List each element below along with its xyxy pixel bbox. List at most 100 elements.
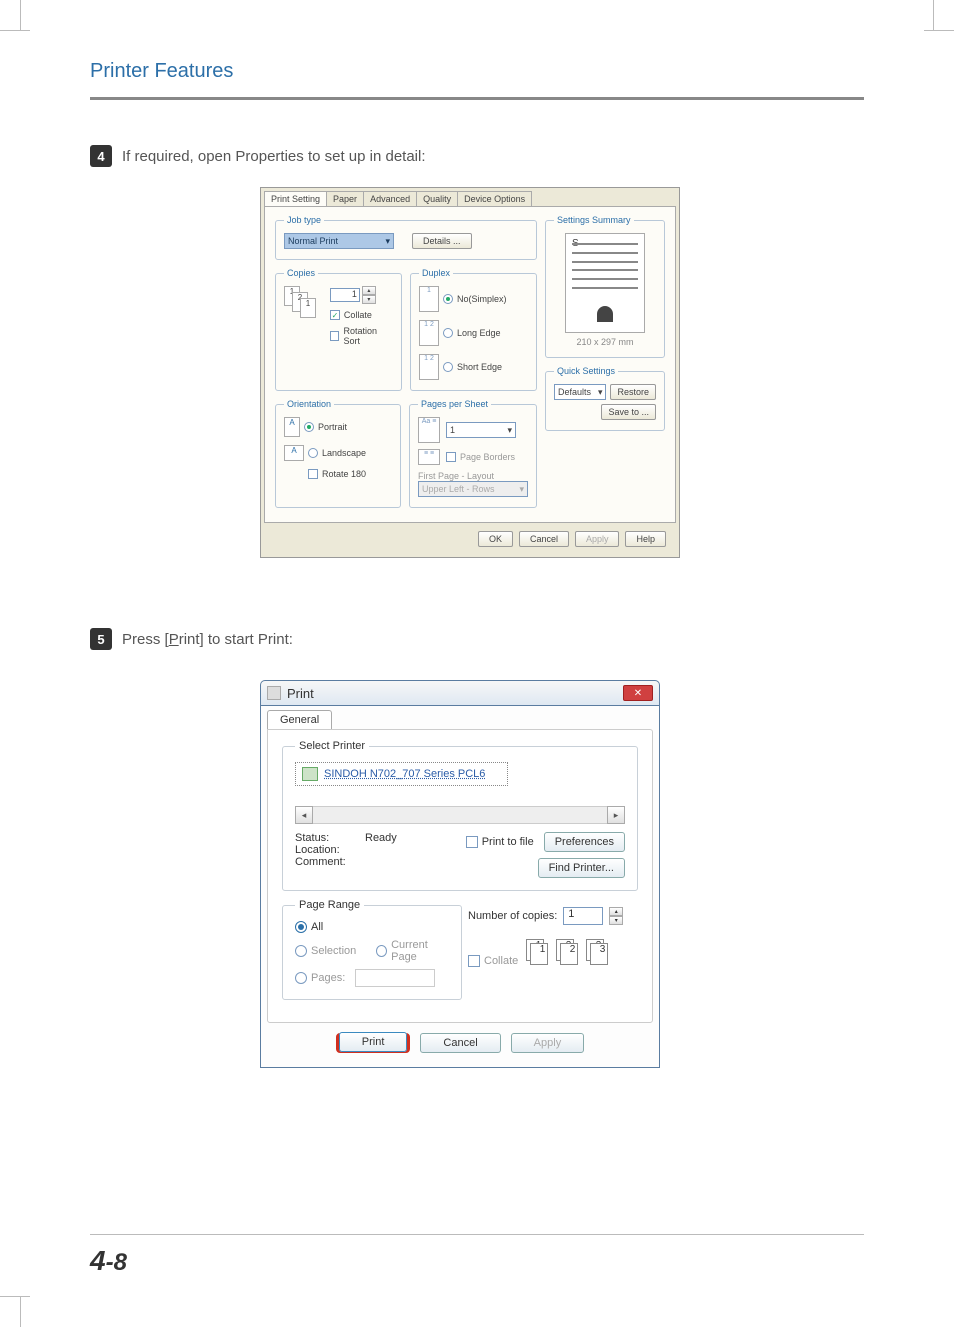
collate-label: Collate: [344, 310, 372, 320]
landscape-label: Landscape: [322, 448, 366, 458]
range-pages-radio: Pages:: [295, 969, 449, 987]
tab-device-options[interactable]: Device Options: [457, 191, 532, 206]
quick-settings-select[interactable]: Defaults▾: [554, 384, 606, 400]
collate-checkbox[interactable]: ✓Collate: [330, 310, 393, 320]
header-rule: [90, 97, 864, 100]
collate-label-print: Collate: [484, 955, 518, 967]
printer-scrollbar[interactable]: ◂ ▸: [295, 806, 625, 824]
range-pages-label: Pages:: [311, 972, 345, 984]
page-footer: 4-8: [90, 1245, 127, 1277]
print-to-file-checkbox[interactable]: Print to file: [466, 836, 534, 848]
restore-button[interactable]: Restore: [610, 384, 656, 400]
pps-select[interactable]: 1▾: [446, 422, 516, 438]
range-all-radio[interactable]: All: [295, 921, 449, 933]
orientation-legend: Orientation: [284, 399, 334, 409]
copies-input[interactable]: 1: [563, 907, 603, 925]
page-header: Printer Features: [90, 60, 864, 83]
rotation-sort-label: Rotation Sort: [343, 326, 393, 346]
find-printer-button[interactable]: Find Printer...: [538, 858, 625, 878]
tab-general[interactable]: General: [267, 710, 332, 729]
job-type-group: Job type Normal Print ▾ Details ...: [275, 215, 537, 260]
tab-paper[interactable]: Paper: [326, 191, 364, 206]
duplex-legend: Duplex: [419, 268, 453, 278]
duplex-no-label: No(Simplex): [457, 294, 507, 304]
status-value: Ready: [365, 832, 397, 844]
printer-icon: [302, 767, 318, 781]
properties-button-row: OK Cancel Apply Help: [264, 531, 676, 547]
pps-value: 1: [450, 425, 455, 435]
properties-dialog: Print Setting Paper Advanced Quality Dev…: [260, 187, 680, 558]
paper-preview: S: [565, 233, 645, 333]
details-button[interactable]: Details ...: [412, 233, 472, 249]
pages-per-sheet-group: Pages per Sheet Aa ≡ 1▾ ≡ ≡ Page Borders…: [409, 399, 537, 508]
job-type-value: Normal Print: [288, 236, 338, 246]
range-pages-input: [355, 969, 435, 987]
duplex-long-radio[interactable]: 1 2Long Edge: [419, 320, 528, 346]
tab-advanced[interactable]: Advanced: [363, 191, 417, 206]
cancel-button[interactable]: Cancel: [519, 531, 569, 547]
print-button[interactable]: Print: [339, 1032, 408, 1052]
page-range-legend: Page Range: [295, 899, 364, 911]
quick-settings-legend: Quick Settings: [554, 366, 618, 376]
duplex-no-radio[interactable]: 1No(Simplex): [419, 286, 528, 312]
first-page-layout-value: Upper Left - Rows: [422, 484, 495, 494]
range-current-radio: Current Page: [376, 939, 449, 963]
orientation-group: Orientation APortrait ALandscape Rotate …: [275, 399, 401, 508]
chevron-down-icon: ▾: [519, 484, 524, 495]
pps-icon: Aa ≡: [418, 417, 440, 443]
rotate180-checkbox[interactable]: Rotate 180: [308, 469, 392, 479]
paper-dims: 210 x 297 mm: [554, 337, 656, 347]
copies-spin-buttons[interactable]: ▴▾: [362, 286, 376, 304]
print-titlebar: Print ✕: [260, 680, 660, 705]
select-printer-legend: Select Printer: [295, 740, 369, 752]
tab-print-setting[interactable]: Print Setting: [264, 191, 327, 206]
properties-tabs: Print Setting Paper Advanced Quality Dev…: [264, 191, 676, 207]
help-button[interactable]: Help: [625, 531, 666, 547]
select-printer-group: Select Printer SINDOH N702_707 Series PC…: [282, 740, 638, 891]
first-page-layout-select: Upper Left - Rows ▾: [418, 481, 528, 497]
page-borders-checkbox[interactable]: Page Borders: [446, 452, 515, 462]
landscape-radio[interactable]: ALandscape: [284, 445, 392, 461]
page-range-group: Page Range All Selection Current Page Pa…: [282, 899, 462, 1000]
step-4-text: If required, open Properties to set up i…: [122, 148, 426, 165]
page-borders-label: Page Borders: [460, 452, 515, 462]
copies-legend: Copies: [284, 268, 318, 278]
job-type-select[interactable]: Normal Print ▾: [284, 233, 394, 249]
print-to-file-label: Print to file: [482, 836, 534, 848]
step-5-badge: 5: [90, 628, 112, 650]
copies-group: Copies 1 2 1 1 ▴▾: [275, 268, 402, 391]
collate-stack-icon: 11 22 33: [526, 939, 612, 967]
pps-legend: Pages per Sheet: [418, 399, 491, 409]
rotate180-label: Rotate 180: [322, 469, 366, 479]
scroll-left-icon[interactable]: ◂: [295, 806, 313, 824]
duplex-group: Duplex 1No(Simplex) 1 2Long Edge 1 2Shor…: [410, 268, 537, 391]
ok-button[interactable]: OK: [478, 531, 513, 547]
tab-quality[interactable]: Quality: [416, 191, 458, 206]
copies-spinner[interactable]: 1: [330, 288, 360, 302]
range-selection-radio: Selection: [295, 939, 356, 963]
apply-button: Apply: [575, 531, 620, 547]
range-all-label: All: [311, 921, 323, 933]
copies-label: Number of copies:: [468, 910, 557, 922]
close-icon[interactable]: ✕: [623, 685, 653, 701]
location-label: Location:: [295, 844, 355, 856]
scroll-right-icon[interactable]: ▸: [607, 806, 625, 824]
job-type-legend: Job type: [284, 215, 324, 225]
saveto-button[interactable]: Save to ...: [601, 404, 656, 420]
duplex-short-radio[interactable]: 1 2Short Edge: [419, 354, 528, 380]
copies-spin-buttons[interactable]: ▴▾: [609, 907, 623, 925]
rotation-sort-checkbox[interactable]: Rotation Sort: [330, 326, 393, 346]
preferences-button[interactable]: Preferences: [544, 832, 625, 852]
printer-item[interactable]: SINDOH N702_707 Series PCL6: [295, 762, 508, 786]
quick-settings-group: Quick Settings Defaults▾ Restore Save to…: [545, 366, 665, 431]
cancel-button-print[interactable]: Cancel: [420, 1033, 500, 1053]
pps-layout-icon: ≡ ≡: [418, 449, 440, 465]
first-page-layout-label: First Page - Layout: [418, 471, 528, 481]
collate-checkbox-print: Collate: [468, 955, 518, 967]
portrait-radio[interactable]: APortrait: [284, 417, 392, 437]
print-button-row: Print Cancel Apply: [267, 1033, 653, 1053]
chevron-down-icon: ▾: [507, 425, 512, 436]
footer-rule: [90, 1234, 864, 1235]
settings-summary-group: Settings Summary S 210 x 297 mm: [545, 215, 665, 358]
print-button-highlight: Print: [336, 1033, 411, 1053]
